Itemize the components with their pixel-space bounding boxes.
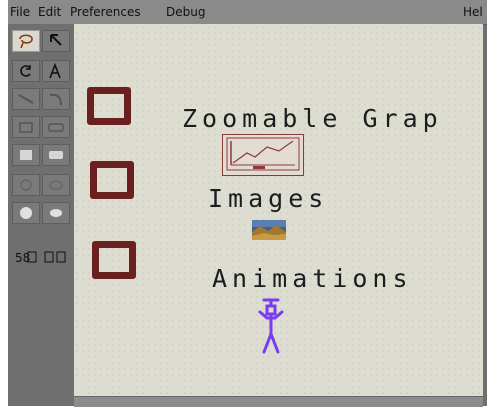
filled-rect-tool[interactable] — [12, 144, 40, 166]
graph-icon — [226, 137, 300, 171]
pointer-tool[interactable] — [42, 30, 70, 52]
filled-rounded-rect-icon — [49, 151, 63, 159]
drawn-rectangle[interactable] — [87, 87, 131, 125]
line-icon — [18, 94, 34, 104]
text-tool[interactable] — [42, 60, 70, 82]
filled-ellipse-icon — [50, 209, 62, 217]
pointer-icon — [50, 34, 62, 46]
ungroup-tool[interactable] — [42, 246, 70, 268]
menu-debug[interactable]: Debug — [166, 5, 205, 19]
circle-tool[interactable] — [42, 174, 70, 196]
animations-label[interactable]: Animations — [212, 264, 413, 293]
circle-icon — [49, 180, 63, 190]
filled-ellipse-tool[interactable] — [42, 202, 70, 224]
drawing-canvas[interactable]: Zoomable Grap Images Animations — [74, 24, 483, 396]
ungroup-icon — [44, 251, 66, 263]
rect-tool[interactable] — [12, 116, 40, 138]
stick-figure-animation[interactable] — [250, 294, 292, 356]
tool-palette: 58 — [8, 24, 74, 404]
menu-bar: File Edit Preferences Debug Hel — [8, 0, 487, 25]
rounded-rect-icon — [48, 123, 64, 132]
drawn-rectangle[interactable] — [92, 241, 136, 279]
drawn-rectangle[interactable] — [90, 161, 134, 199]
images-label[interactable]: Images — [208, 184, 328, 213]
group-icon: 58 — [15, 251, 37, 265]
rounded-rect-tool[interactable] — [42, 116, 70, 138]
landscape-image-thumbnail[interactable] — [252, 220, 286, 240]
application-window: File Edit Preferences Debug Hel 58 Zooma… — [8, 0, 487, 407]
horizontal-scrollbar[interactable] — [74, 396, 483, 407]
landscape-photo-icon — [252, 220, 286, 240]
menu-edit[interactable]: Edit — [38, 5, 61, 19]
text-icon — [49, 63, 61, 79]
zoomable-graphics-label[interactable]: Zoomable Grap — [182, 104, 443, 133]
group-tool[interactable]: 58 — [12, 246, 40, 268]
curve-tool[interactable] — [42, 88, 70, 110]
menu-preferences[interactable]: Preferences — [70, 5, 141, 19]
filled-circle-icon — [20, 207, 32, 219]
filled-rect-icon — [20, 150, 32, 160]
line-tool[interactable] — [12, 88, 40, 110]
filled-rounded-rect-tool[interactable] — [42, 144, 70, 166]
graph-thumbnail[interactable] — [222, 134, 304, 176]
rotate-tool[interactable] — [12, 60, 40, 82]
menu-help[interactable]: Hel — [463, 5, 483, 19]
lasso-tool[interactable] — [12, 30, 40, 52]
lasso-icon — [19, 34, 33, 49]
ellipse-tool[interactable] — [12, 174, 40, 196]
rect-icon — [19, 122, 33, 133]
rotate-icon — [20, 65, 31, 77]
filled-circle-tool[interactable] — [12, 202, 40, 224]
curve-icon — [49, 93, 62, 106]
menu-file[interactable]: File — [10, 5, 30, 19]
ellipse-icon — [20, 179, 32, 191]
